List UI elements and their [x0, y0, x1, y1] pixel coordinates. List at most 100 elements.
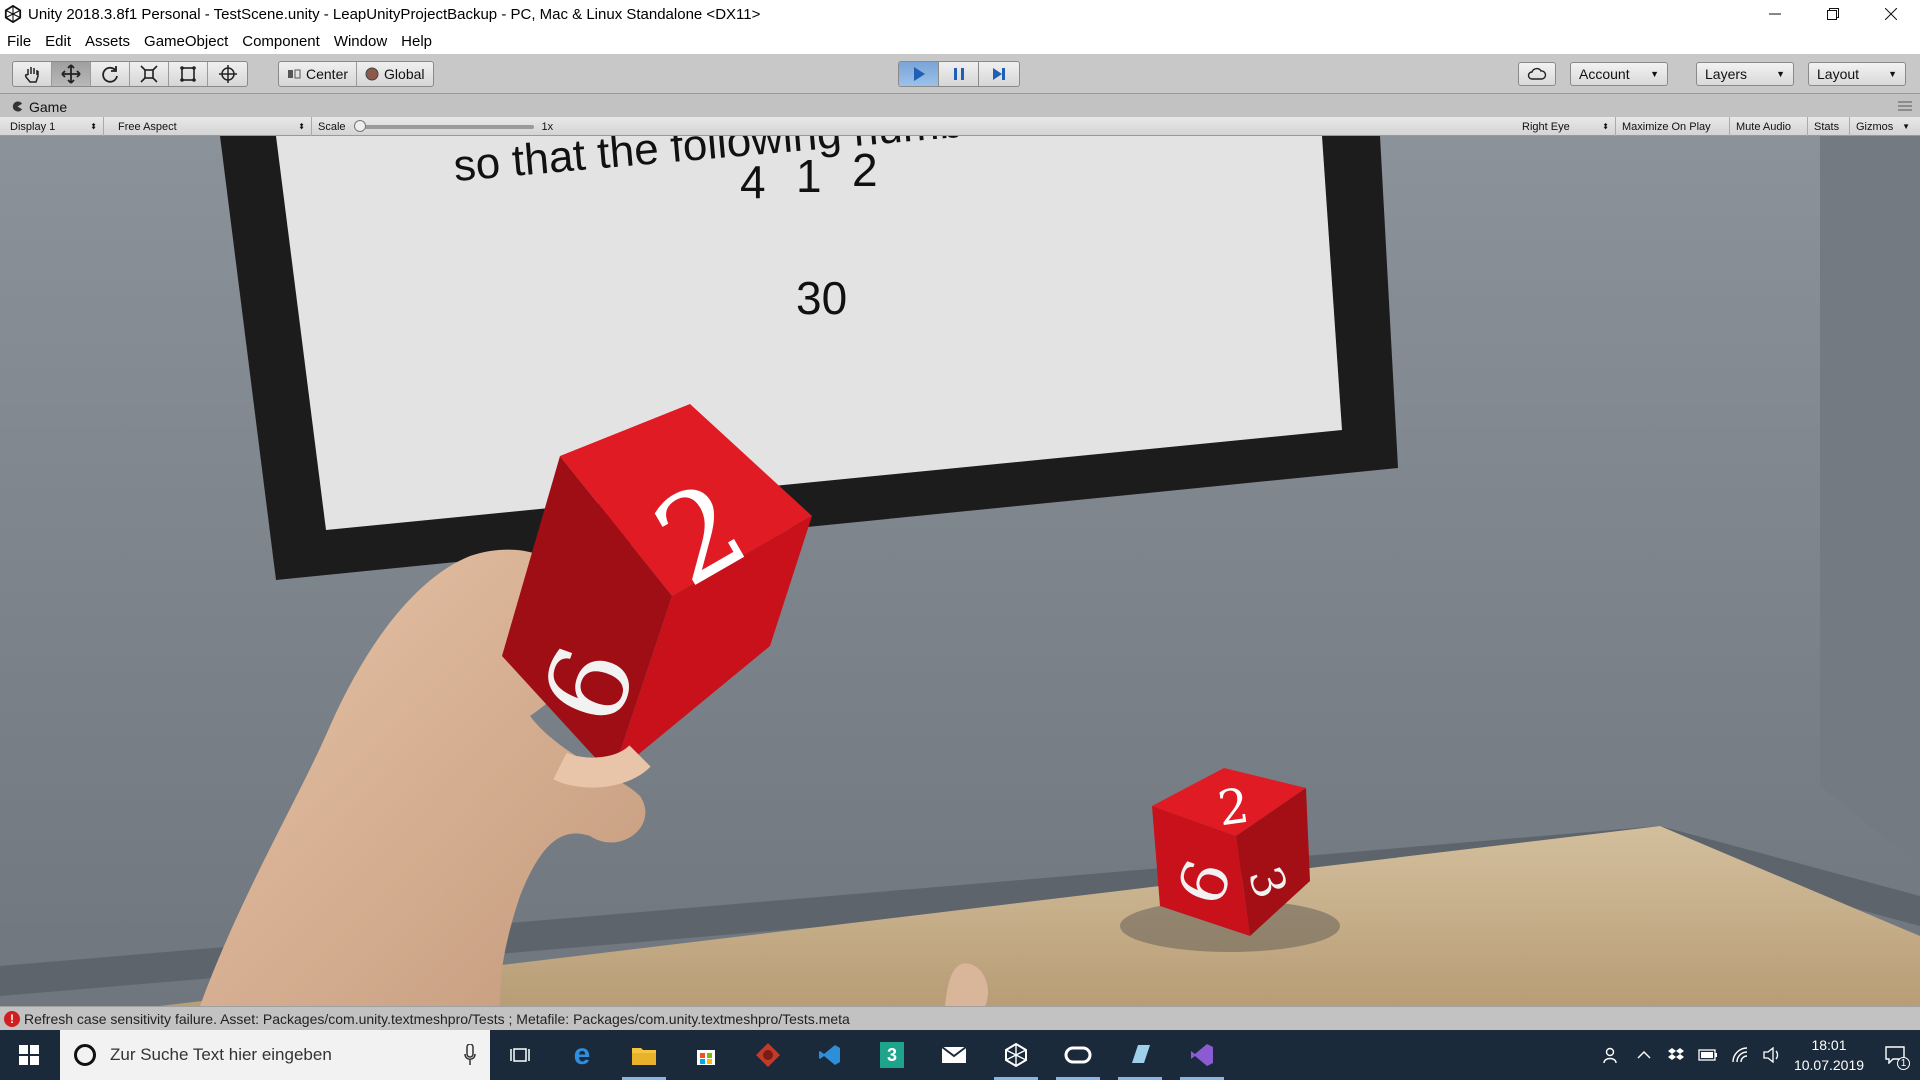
battery-icon [1698, 1049, 1717, 1061]
display-dropdown[interactable]: Display 1 ⬍ [4, 117, 104, 136]
board-number-1: 4 [740, 156, 766, 208]
people-icon [1603, 1047, 1617, 1064]
store-button[interactable] [676, 1030, 736, 1080]
aspect-dropdown[interactable]: Free Aspect ⬍ [112, 117, 312, 136]
menu-window[interactable]: Window [327, 33, 394, 50]
microphone-icon[interactable] [464, 1044, 476, 1066]
game-viewport[interactable]: so that the following numbers 4 1 2 30 2… [0, 136, 1920, 1006]
volume-icon[interactable] [1756, 1030, 1788, 1080]
transform-tool-icon [218, 65, 237, 83]
move-tool-button[interactable] [52, 62, 91, 86]
gizmos-dropdown[interactable]: Gizmos ▼ [1850, 117, 1916, 136]
taskbar-search[interactable]: Zur Suche Text hier eingeben [60, 1030, 490, 1080]
unity-button[interactable] [986, 1030, 1046, 1080]
rect-tool-button[interactable] [169, 62, 208, 86]
pause-icon [953, 68, 964, 80]
start-button[interactable] [0, 1030, 58, 1080]
scale-tool-button[interactable] [130, 62, 169, 86]
eye-label: Right Eye [1522, 120, 1570, 133]
tab-game[interactable]: Game [6, 96, 146, 117]
maximize-on-play-toggle[interactable]: Maximize On Play [1616, 117, 1730, 136]
menu-help[interactable]: Help [394, 33, 439, 50]
cloud-button[interactable] [1518, 62, 1556, 86]
restore-button[interactable] [1804, 0, 1862, 28]
file-explorer-button[interactable] [614, 1030, 674, 1080]
restore-icon [1827, 8, 1839, 20]
rotate-tool-button[interactable] [91, 62, 130, 86]
menu-edit[interactable]: Edit [38, 33, 78, 50]
mail-button[interactable] [924, 1030, 984, 1080]
cloud-icon [1527, 67, 1547, 80]
edge-button[interactable]: e [552, 1030, 612, 1080]
menu-gameobject[interactable]: GameObject [137, 33, 235, 50]
app-3-button[interactable]: 3 [862, 1030, 922, 1080]
store-icon [697, 1050, 715, 1065]
updown-icon: ⬍ [1602, 122, 1609, 131]
board-number-2: 1 [796, 150, 822, 202]
mute-audio-toggle[interactable]: Mute Audio [1730, 117, 1808, 136]
mute-label: Mute Audio [1736, 120, 1792, 133]
layers-dropdown[interactable]: Layers ▼ [1696, 62, 1794, 86]
chevron-down-icon: ▼ [1888, 69, 1897, 79]
wifi-icon[interactable] [1724, 1030, 1756, 1080]
game-view-toolbar: Display 1 ⬍ Free Aspect ⬍ Scale 1x Right E… [0, 117, 1920, 136]
people-icon[interactable] [1596, 1030, 1628, 1080]
pivot-center-button[interactable]: Center [279, 62, 358, 86]
scale-control: Scale 1x [312, 117, 572, 136]
layout-dropdown[interactable]: Layout ▼ [1808, 62, 1906, 86]
transform-tools [12, 61, 248, 87]
action-center-button[interactable]: 1 [1870, 1030, 1920, 1080]
panel-menu-icon[interactable] [1898, 101, 1912, 111]
gizmos-label: Gizmos [1856, 120, 1894, 133]
mail-icon [941, 1046, 967, 1063]
task-view-button[interactable] [490, 1030, 550, 1080]
close-icon [1885, 8, 1897, 20]
app-3-icon: 3 [880, 1042, 904, 1068]
space-global-button[interactable]: Global [357, 62, 432, 86]
chevron-down-icon: ▼ [1776, 69, 1785, 79]
leap-motion-button[interactable] [738, 1030, 798, 1080]
volume-icon [1763, 1047, 1779, 1063]
minimize-button[interactable] [1746, 0, 1804, 28]
dropbox-icon[interactable] [1660, 1030, 1692, 1080]
play-button[interactable] [899, 62, 939, 86]
move-tool-icon [61, 64, 81, 84]
pacman-icon [12, 101, 23, 112]
clock[interactable]: 18:01 10.07.2019 [1788, 1035, 1870, 1075]
visual-studio-button[interactable] [1172, 1030, 1232, 1080]
pause-button[interactable] [939, 62, 979, 86]
main-toolbar: Center Global Account ▼ Layers ▼ Layout … [0, 54, 1920, 94]
system-tray: 18:01 10.07.2019 1 [1596, 1030, 1920, 1080]
menu-assets[interactable]: Assets [78, 33, 137, 50]
transform-tool-button[interactable] [208, 62, 247, 86]
console-status-bar[interactable]: ! Refresh case sensitivity failure. Asse… [0, 1006, 1920, 1030]
layers-label: Layers [1705, 66, 1748, 82]
side-wall [1820, 136, 1920, 866]
hand-tool-button[interactable] [13, 62, 52, 86]
close-button[interactable] [1862, 0, 1920, 28]
account-dropdown[interactable]: Account ▼ [1570, 62, 1668, 86]
tray-expand-icon[interactable] [1628, 1030, 1660, 1080]
menu-file[interactable]: File [0, 33, 38, 50]
status-message: Refresh case sensitivity failure. Asset:… [24, 1010, 850, 1027]
layout-label: Layout [1817, 66, 1860, 82]
vs-code-button[interactable] [800, 1030, 860, 1080]
oculus-icon [1064, 1046, 1092, 1064]
oculus-button[interactable] [1048, 1030, 1108, 1080]
scale-value: 1x [541, 120, 554, 133]
notepad-button[interactable] [1110, 1030, 1170, 1080]
board-target: 30 [796, 272, 847, 324]
scale-slider-thumb[interactable] [353, 119, 366, 132]
clock-date: 10.07.2019 [1793, 1057, 1865, 1073]
step-button[interactable] [979, 62, 1019, 86]
game-tab-row: Game [0, 95, 1920, 117]
scale-slider-track[interactable] [353, 119, 534, 132]
battery-icon[interactable] [1692, 1030, 1724, 1080]
unity-logo-icon [4, 5, 22, 23]
notepad-icon [1132, 1045, 1150, 1063]
pivot-center-label: Center [306, 66, 349, 82]
updown-icon: ⬍ [90, 122, 97, 131]
menu-component[interactable]: Component [235, 33, 327, 50]
eye-dropdown[interactable]: Right Eye ⬍ [1516, 117, 1616, 136]
stats-toggle[interactable]: Stats [1808, 117, 1850, 136]
